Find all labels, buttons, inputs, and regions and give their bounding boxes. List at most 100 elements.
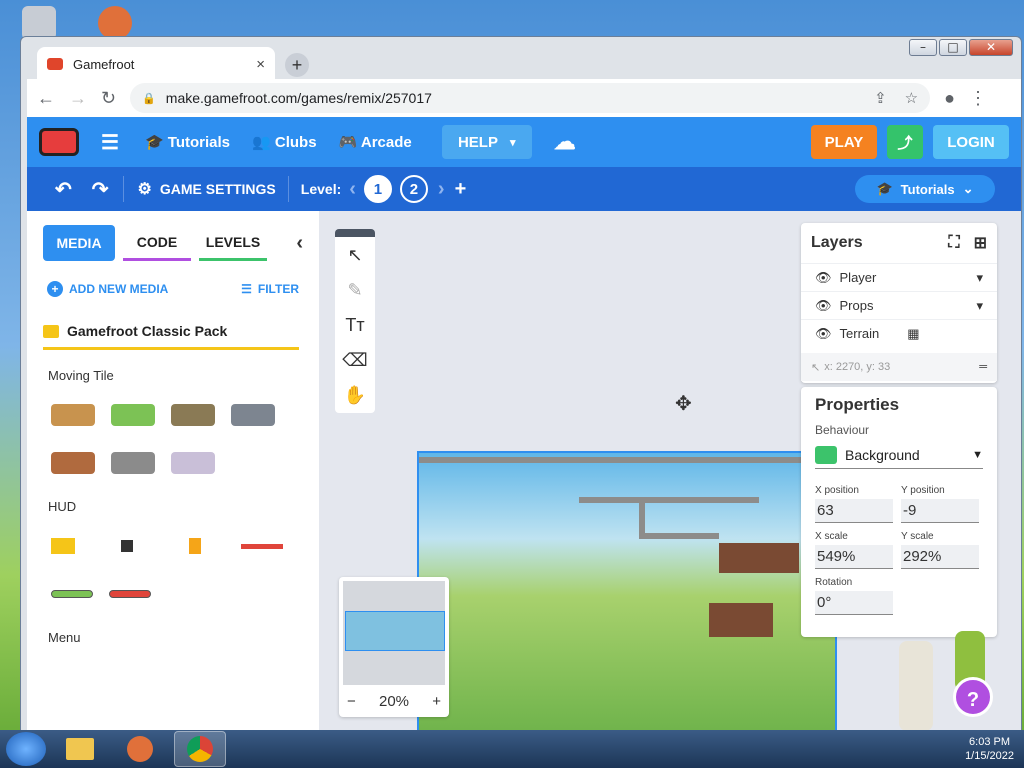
gear-icon[interactable]: ⚙ (138, 179, 152, 199)
new-tab-button[interactable]: + (285, 53, 309, 77)
nav-tutorials[interactable]: 🎓 Tutorials (145, 133, 230, 151)
top-nav: ☰ 🎓 Tutorials 👥 Clubs 🎮 Arcade HELP ▾ ☁ … (27, 117, 1021, 167)
tile-thumbnail[interactable] (111, 452, 155, 474)
help-button[interactable]: HELP ▾ (441, 125, 532, 159)
redo-icon[interactable]: ↷ (92, 177, 109, 202)
cloud-sync-icon[interactable]: ☁ (554, 129, 576, 155)
layer-terrain-label: Terrain (839, 326, 880, 341)
login-button[interactable]: LOGIN (933, 125, 1009, 159)
help-fab[interactable]: ? (953, 677, 993, 717)
minimap-preview (343, 581, 445, 685)
tab-media[interactable]: MEDIA (43, 225, 115, 261)
media-panel: MEDIA CODE LEVELS ‹ + ADD NEW MEDIA ☰ FI… (27, 211, 319, 735)
level-1-button[interactable]: 1 (363, 175, 392, 203)
nav-clubs-label: Clubs (274, 134, 317, 151)
reload-icon[interactable]: ↻ (101, 88, 116, 109)
browser-tab[interactable]: Gamefroot × (37, 47, 275, 81)
level-background[interactable] (417, 451, 839, 735)
tile-thumbnail[interactable] (51, 404, 95, 426)
layer-props[interactable]: 👁 Props ▾ (801, 291, 997, 319)
add-level-icon[interactable]: + (455, 178, 467, 201)
tutorials-dropdown[interactable]: 🎓 Tutorials ⌄ (855, 175, 995, 203)
y-position-input[interactable]: -9 (901, 499, 979, 523)
minimap[interactable]: − 20% + (339, 577, 449, 717)
prev-level-icon[interactable]: ‹ (349, 178, 356, 201)
firefox-icon[interactable] (114, 731, 166, 767)
y-scale-input[interactable]: 292% (901, 545, 979, 569)
next-level-icon[interactable]: › (438, 178, 445, 201)
file-explorer-icon[interactable] (54, 731, 106, 767)
collapse-panel-icon[interactable]: ‹ (296, 232, 303, 255)
zoom-in-button[interactable]: + (432, 693, 441, 710)
bookmark-star-icon[interactable]: ☆ (905, 89, 918, 107)
url-field[interactable]: 🔒 make.gamefroot.com/games/remix/257017 … (130, 83, 931, 113)
profile-icon[interactable]: ● (944, 88, 955, 109)
share-page-icon[interactable]: ⇪ (874, 89, 887, 107)
lock-icon: 🔒 (142, 92, 156, 105)
menu-lines-icon[interactable]: ═ (979, 361, 987, 373)
hand-tool-icon[interactable]: ✋ (344, 385, 366, 406)
x-position-input[interactable]: 63 (815, 499, 893, 523)
eye-icon[interactable]: 👁 (815, 298, 832, 314)
add-new-media-button[interactable]: ADD NEW MEDIA (69, 282, 168, 296)
level-canvas[interactable]: ↖ ✎ Tт ⌫ ✋ − 20% + ✥ Layers ⛶ ⊞ 👁 Player… (319, 211, 1021, 735)
bar-sprite[interactable] (51, 590, 93, 598)
pack-header[interactable]: Gamefroot Classic Pack (43, 323, 299, 350)
add-layer-icon[interactable]: ⊞ (974, 233, 987, 253)
focus-icon[interactable]: ⛶ (948, 234, 959, 252)
undo-icon[interactable]: ↶ (55, 177, 72, 202)
back-icon[interactable]: ← (37, 88, 55, 109)
recycle-bin-icon[interactable] (22, 6, 56, 40)
tile-thumbnail[interactable] (111, 404, 155, 426)
forward-icon[interactable]: → (69, 88, 87, 109)
select-tool-icon[interactable]: ↖ (347, 245, 362, 266)
tab-title: Gamefroot (73, 56, 135, 72)
behaviour-select[interactable]: Background ▼ (815, 441, 983, 469)
eye-icon[interactable]: 👁 (815, 326, 832, 342)
layer-player[interactable]: 👁 Player ▾ (801, 263, 997, 291)
share-button[interactable]: ⤴ (887, 125, 923, 159)
chevron-down-icon[interactable]: ▾ (976, 298, 983, 314)
layer-terrain[interactable]: 👁 Terrain ▦ (801, 319, 997, 347)
play-button[interactable]: PLAY (811, 125, 877, 159)
tile-thumbnail[interactable] (51, 452, 95, 474)
nav-arcade[interactable]: 🎮 Arcade (339, 133, 412, 151)
coin-sprite[interactable] (189, 538, 201, 554)
bar-sprite[interactable] (109, 590, 151, 598)
start-button[interactable] (6, 732, 46, 766)
tile-thumbnail[interactable] (231, 404, 275, 426)
tool-palette: ↖ ✎ Tт ⌫ ✋ (335, 229, 375, 413)
firefox-desktop-icon[interactable] (98, 6, 132, 40)
tile-thumbnail[interactable] (171, 452, 215, 474)
nav-clubs[interactable]: 👥 Clubs (252, 133, 317, 151)
pack-title: Gamefroot Classic Pack (67, 323, 228, 339)
text-tool-icon[interactable]: Tт (345, 315, 364, 336)
nav-arcade-label: Arcade (360, 134, 412, 151)
eye-icon[interactable]: 👁 (815, 270, 832, 286)
filter-button[interactable]: FILTER (258, 282, 299, 296)
level-2-button[interactable]: 2 (399, 175, 428, 203)
hud-sprite[interactable] (121, 540, 133, 552)
gamefroot-app: ☰ 🎓 Tutorials 👥 Clubs 🎮 Arcade HELP ▾ ☁ … (27, 117, 1021, 735)
rotation-input[interactable]: 0° (815, 591, 893, 615)
x-scale-input[interactable]: 549% (815, 545, 893, 569)
eraser-tool-icon[interactable]: ⌫ (342, 350, 367, 371)
browser-menu-icon[interactable]: ⋮ (969, 88, 987, 109)
clock-date: 1/15/2022 (965, 750, 1014, 762)
gamefroot-logo[interactable] (39, 128, 79, 156)
zoom-out-button[interactable]: − (347, 693, 356, 710)
zoom-level: 20% (378, 693, 410, 710)
hamburger-menu-icon[interactable]: ☰ (101, 130, 119, 155)
tile-thumbnail[interactable] (171, 404, 215, 426)
chrome-icon[interactable] (174, 731, 226, 767)
health-bar-sprite[interactable] (241, 543, 283, 549)
chevron-down-icon[interactable]: ▾ (976, 270, 983, 286)
system-clock[interactable]: 6:03 PM 1/15/2022 (965, 735, 1024, 763)
tab-levels[interactable]: LEVELS (199, 225, 267, 261)
brush-tool-icon[interactable]: ✎ (347, 280, 362, 301)
grid-icon[interactable]: ▦ (907, 326, 919, 342)
game-settings-button[interactable]: GAME SETTINGS (160, 181, 276, 197)
tab-code[interactable]: CODE (123, 225, 191, 261)
hp-sprite[interactable] (51, 538, 75, 554)
tab-close-icon[interactable]: × (256, 56, 265, 73)
